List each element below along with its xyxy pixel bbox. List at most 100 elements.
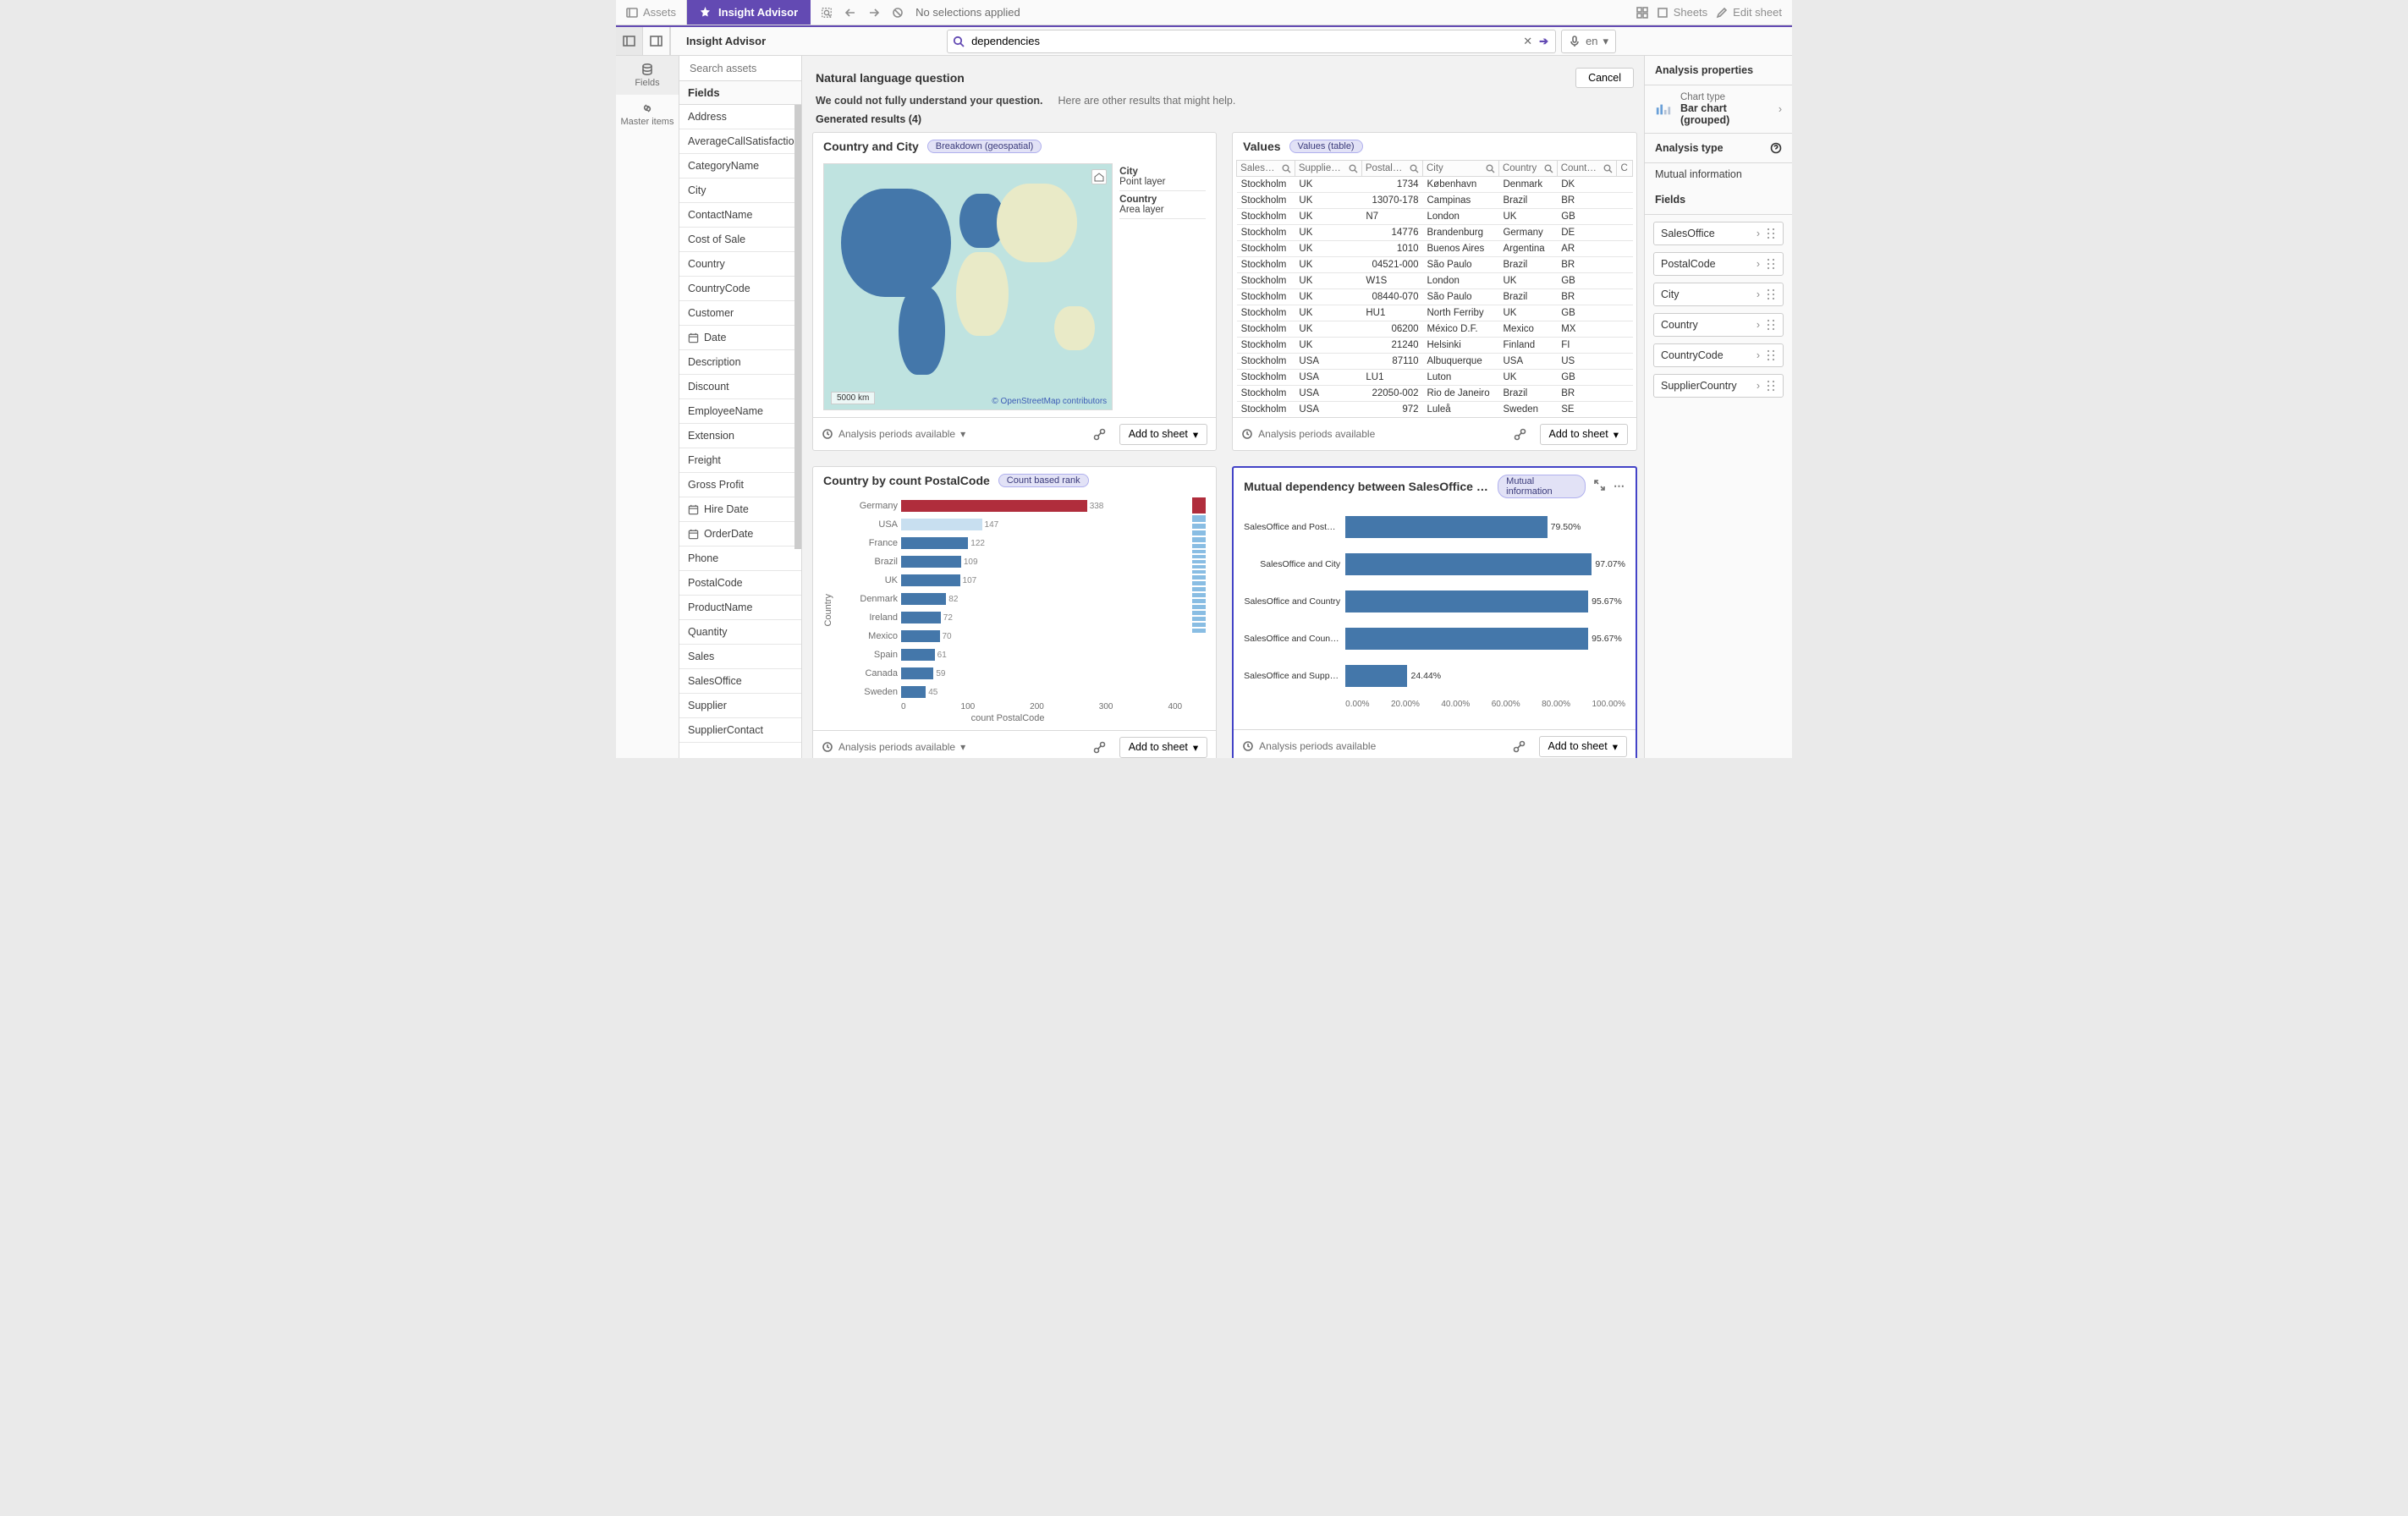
table-row[interactable]: StockholmUKN7LondonUKGB xyxy=(1237,209,1633,225)
card-table[interactable]: Values Values (table) Sales…Supplie…Post… xyxy=(1232,132,1637,451)
search-icon[interactable] xyxy=(1349,164,1358,173)
table-row[interactable]: StockholmUSALU1LutonUKGB xyxy=(1237,370,1633,386)
table-header[interactable]: Country xyxy=(1498,161,1557,177)
field-item[interactable]: Date xyxy=(679,326,801,350)
property-field[interactable]: Country› xyxy=(1653,313,1784,337)
search-icon[interactable] xyxy=(1410,164,1419,173)
field-item[interactable]: Address xyxy=(679,105,801,129)
table-row[interactable]: StockholmUK04521-000São PauloBrazilBR xyxy=(1237,257,1633,273)
table-row[interactable]: StockholmUKHU1North FerribyUKGB xyxy=(1237,305,1633,321)
table-row[interactable]: StockholmUSA87110AlbuquerqueUSAUS xyxy=(1237,354,1633,370)
field-item[interactable]: City xyxy=(679,179,801,203)
insight-search-input[interactable] xyxy=(970,34,1516,48)
toggle-right-panel[interactable] xyxy=(643,27,670,55)
map-visualization[interactable]: 5000 km © OpenStreetMap contributors xyxy=(823,163,1113,410)
periods-label[interactable]: Analysis periods available xyxy=(838,428,955,440)
periods-label[interactable]: Analysis periods available xyxy=(1259,740,1376,752)
toggle-left-panel[interactable] xyxy=(616,27,643,55)
edit-sheet-button[interactable]: Edit sheet xyxy=(1716,6,1782,19)
chevron-right-icon[interactable]: › xyxy=(1757,349,1760,361)
card-country-bar[interactable]: Country by count PostalCode Count based … xyxy=(812,466,1217,758)
values-table[interactable]: Sales…Supplie…Postal…CityCountryCount…C … xyxy=(1236,160,1633,417)
field-item[interactable]: Freight xyxy=(679,448,801,473)
chevron-right-icon[interactable]: › xyxy=(1757,288,1760,300)
rail-fields[interactable]: Fields xyxy=(616,56,679,95)
field-item[interactable]: Country xyxy=(679,252,801,277)
field-item[interactable]: AverageCallSatisfaction xyxy=(679,129,801,154)
explore-icon[interactable] xyxy=(1509,735,1531,757)
field-item[interactable]: Cost of Sale xyxy=(679,228,801,252)
fields-list[interactable]: AddressAverageCallSatisfactionCategoryNa… xyxy=(679,105,801,758)
field-item[interactable]: OrderDate xyxy=(679,522,801,547)
field-item[interactable]: Supplier xyxy=(679,694,801,718)
property-field[interactable]: SupplierCountry› xyxy=(1653,374,1784,398)
periods-label[interactable]: Analysis periods available xyxy=(838,741,955,753)
table-row[interactable]: StockholmUK06200México D.F.MexicoMX xyxy=(1237,321,1633,338)
add-to-sheet-button[interactable]: Add to sheet▾ xyxy=(1539,736,1627,757)
table-header[interactable]: C xyxy=(1617,161,1633,177)
fields-search[interactable] xyxy=(679,56,801,81)
chevron-right-icon[interactable]: › xyxy=(1757,319,1760,331)
table-row[interactable]: StockholmUK1010Buenos AiresArgentinaAR xyxy=(1237,241,1633,257)
sheets-button[interactable]: Sheets xyxy=(1657,6,1707,19)
field-item[interactable]: Discount xyxy=(679,375,801,399)
drag-handle-icon[interactable] xyxy=(1767,228,1776,239)
step-forward-icon[interactable] xyxy=(868,7,880,19)
field-item[interactable]: ProductName xyxy=(679,596,801,620)
table-row[interactable]: StockholmUK1734KøbenhavnDenmarkDK xyxy=(1237,177,1633,193)
drag-handle-icon[interactable] xyxy=(1767,349,1776,361)
field-item[interactable]: PostalCode xyxy=(679,571,801,596)
drag-handle-icon[interactable] xyxy=(1767,258,1776,270)
expand-icon[interactable] xyxy=(1594,480,1605,491)
field-item[interactable]: EmployeeName xyxy=(679,399,801,424)
add-to-sheet-button[interactable]: Add to sheet▾ xyxy=(1119,424,1207,445)
field-item[interactable]: SupplierContact xyxy=(679,718,801,743)
field-item[interactable]: Hire Date xyxy=(679,497,801,522)
field-item[interactable]: Sales xyxy=(679,645,801,669)
field-item[interactable]: Customer xyxy=(679,301,801,326)
drag-handle-icon[interactable] xyxy=(1767,380,1776,392)
mutual-info-chart[interactable]: SalesOffice and PostalCode79.50%SalesOff… xyxy=(1244,508,1625,722)
chevron-right-icon[interactable]: › xyxy=(1757,258,1760,270)
add-to-sheet-button[interactable]: Add to sheet▾ xyxy=(1540,424,1628,445)
property-field[interactable]: PostalCode› xyxy=(1653,252,1784,276)
property-field[interactable]: SalesOffice› xyxy=(1653,222,1784,245)
chevron-right-icon[interactable]: › xyxy=(1757,228,1760,239)
field-item[interactable]: Gross Profit xyxy=(679,473,801,497)
explore-icon[interactable] xyxy=(1089,423,1111,445)
search-icon[interactable] xyxy=(1282,164,1291,173)
field-item[interactable]: Phone xyxy=(679,547,801,571)
add-to-sheet-button[interactable]: Add to sheet▾ xyxy=(1119,737,1207,758)
home-icon[interactable] xyxy=(1091,169,1107,184)
drag-handle-icon[interactable] xyxy=(1767,288,1776,300)
explore-icon[interactable] xyxy=(1509,423,1531,445)
insight-search-box[interactable]: ✕ ➔ xyxy=(947,30,1556,53)
field-item[interactable]: CountryCode xyxy=(679,277,801,301)
property-field[interactable]: CountryCode› xyxy=(1653,343,1784,367)
search-icon[interactable] xyxy=(1544,164,1553,173)
table-header[interactable]: Count… xyxy=(1557,161,1617,177)
table-header[interactable]: Sales… xyxy=(1237,161,1295,177)
field-item[interactable]: ContactName xyxy=(679,203,801,228)
smart-search-icon[interactable] xyxy=(821,7,833,19)
analysis-type-header[interactable]: Analysis type xyxy=(1645,134,1792,163)
fields-scrollbar[interactable] xyxy=(794,105,801,758)
table-row[interactable]: StockholmUK13070-178CampinasBrazilBR xyxy=(1237,193,1633,209)
fields-search-input[interactable] xyxy=(688,62,793,75)
bookmarks-icon[interactable] xyxy=(1636,7,1648,19)
table-header[interactable]: Postal… xyxy=(1361,161,1422,177)
table-header[interactable]: City xyxy=(1423,161,1499,177)
language-selector[interactable]: en ▾ xyxy=(1561,30,1616,53)
chart-type-selector[interactable]: Chart type Bar chart (grouped) › xyxy=(1645,85,1792,134)
table-row[interactable]: StockholmUKW1SLondonUKGB xyxy=(1237,273,1633,289)
card-mutual-info[interactable]: Mutual dependency between SalesOffice an… xyxy=(1232,466,1637,758)
step-back-icon[interactable] xyxy=(844,7,856,19)
property-field[interactable]: City› xyxy=(1653,283,1784,306)
submit-search-icon[interactable]: ➔ xyxy=(1539,35,1548,48)
cancel-button[interactable]: Cancel xyxy=(1575,68,1634,88)
search-icon[interactable] xyxy=(1603,164,1613,173)
help-icon[interactable] xyxy=(1770,142,1782,154)
country-bar-chart[interactable]: Germany338USA147France122Brazil109UK107D… xyxy=(833,497,1187,723)
explore-icon[interactable] xyxy=(1089,736,1111,758)
search-icon[interactable] xyxy=(1486,164,1495,173)
